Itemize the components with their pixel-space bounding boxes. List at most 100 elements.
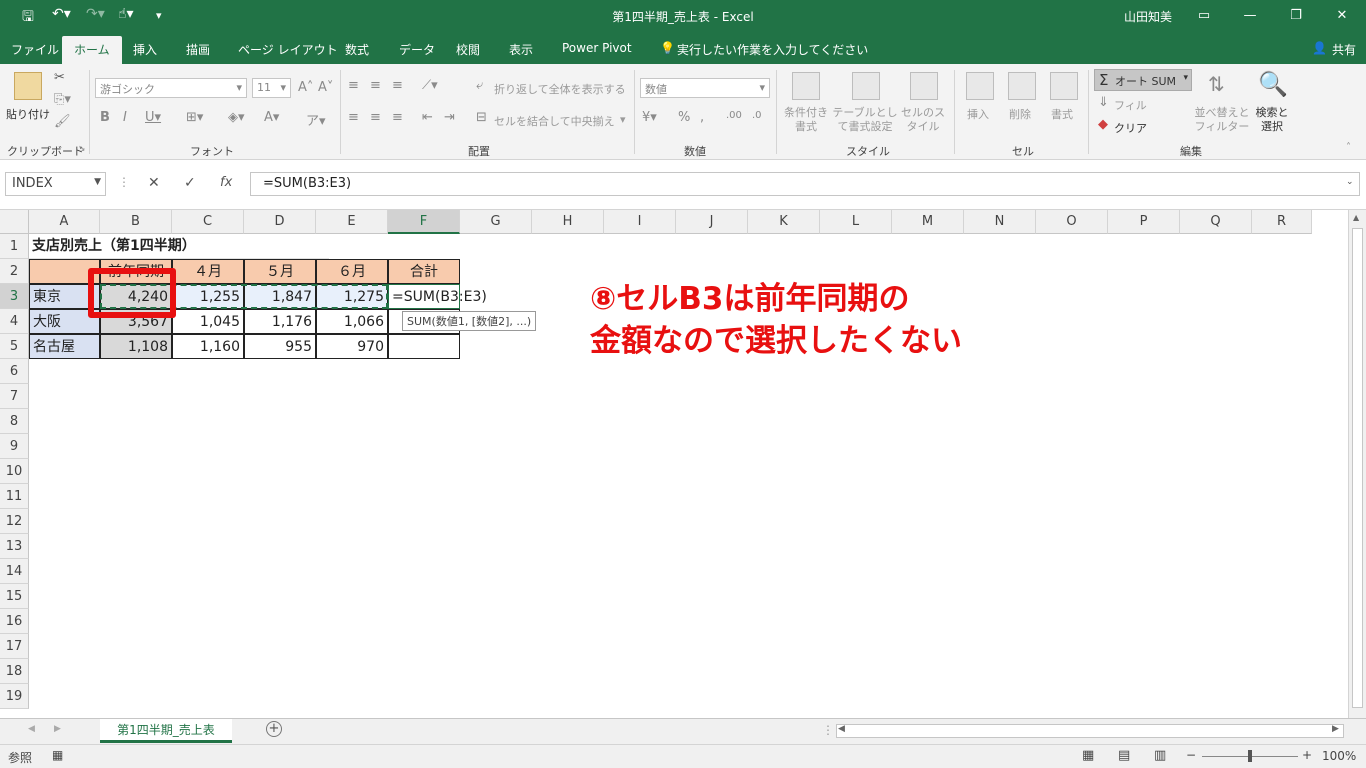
align-left-icon[interactable]: ≡ (348, 110, 359, 125)
sheet-tab[interactable]: 第1四半期_売上表 (100, 719, 232, 743)
total-cell-f3[interactable]: =SUM(B3:E3) (388, 284, 487, 309)
zoom-out-icon[interactable]: − (1186, 748, 1196, 762)
zoom-slider-thumb[interactable] (1248, 750, 1252, 762)
value-cell-d3[interactable]: 1,847 (244, 284, 316, 309)
column-header-k[interactable]: K (748, 210, 820, 234)
sheet-title-cell[interactable]: 支店別売上（第1四半期） (29, 234, 329, 259)
row-header-19[interactable]: 19 (0, 684, 29, 709)
row-header-6[interactable]: 6 (0, 359, 29, 384)
column-header-j[interactable]: J (676, 210, 748, 234)
align-right-icon[interactable]: ≡ (392, 110, 403, 125)
value-cell-b4[interactable]: 3,567 (100, 309, 172, 334)
tab-insert[interactable]: 挿入 (133, 41, 157, 58)
row-header-17[interactable]: 17 (0, 634, 29, 659)
percent-icon[interactable]: % (678, 110, 690, 125)
column-header-n[interactable]: N (964, 210, 1036, 234)
branch-cell[interactable]: 東京 (29, 284, 100, 309)
formula-input[interactable]: =SUM(B3:E3) (250, 172, 1360, 196)
zoom-in-icon[interactable]: + (1302, 748, 1312, 762)
row-header-4[interactable]: 4 (0, 309, 29, 334)
scroll-thumb[interactable] (1352, 228, 1363, 708)
tab-view[interactable]: 表示 (509, 41, 533, 58)
column-header-i[interactable]: I (604, 210, 676, 234)
row-header-7[interactable]: 7 (0, 384, 29, 409)
row-header-14[interactable]: 14 (0, 559, 29, 584)
copy-icon[interactable]: ⎘▾ (54, 92, 71, 107)
conditional-format-button[interactable]: 条件付き書式 (782, 106, 830, 134)
vertical-scrollbar[interactable]: ▲ (1348, 210, 1366, 718)
orientation-icon[interactable]: ⟋▾ (422, 78, 438, 93)
tab-review[interactable]: 校閲 (456, 41, 480, 58)
comma-icon[interactable]: , (700, 110, 704, 125)
header-cell-e[interactable]: ６月 (316, 259, 388, 284)
italic-icon[interactable]: I (123, 110, 127, 125)
column-header-a[interactable]: A (29, 210, 100, 234)
borders-icon[interactable]: ⊞▾ (186, 110, 203, 125)
delete-cells-icon[interactable] (1008, 72, 1036, 100)
collapse-ribbon-icon[interactable]: ˄ (1346, 142, 1351, 153)
tab-split-icon[interactable]: ⋮ (822, 723, 834, 737)
fill-button[interactable]: フィル (1114, 97, 1147, 113)
tell-me-input[interactable]: 実行したい作業を入力してください (677, 41, 868, 58)
insert-cells-button[interactable]: 挿入 (967, 106, 989, 122)
column-header-c[interactable]: C (172, 210, 244, 234)
format-cells-icon[interactable] (1050, 72, 1078, 100)
align-bottom-icon[interactable]: ≡ (392, 78, 403, 93)
page-break-view-icon[interactable]: ▥ (1154, 748, 1166, 763)
launcher-icon[interactable]: ↘ (78, 144, 86, 154)
prev-sheet-icon[interactable]: ◀ (28, 724, 35, 734)
column-header-g[interactable]: G (460, 210, 532, 234)
user-name[interactable]: 山田知美 (1124, 8, 1172, 25)
horizontal-scrollbar[interactable] (836, 724, 1344, 738)
bold-icon[interactable]: B (100, 110, 110, 125)
row-header-12[interactable]: 12 (0, 509, 29, 534)
share-button[interactable]: 共有 (1332, 41, 1356, 58)
insert-cells-icon[interactable] (966, 72, 994, 100)
ribbon-display-icon[interactable]: ▭ (1184, 4, 1224, 28)
clear-button[interactable]: クリア (1114, 120, 1147, 136)
value-cell-e4[interactable]: 1,066 (316, 309, 388, 334)
value-cell-d4[interactable]: 1,176 (244, 309, 316, 334)
cut-icon[interactable]: ✂ (54, 70, 65, 85)
page-layout-view-icon[interactable]: ▤ (1118, 748, 1130, 763)
paste-icon[interactable] (14, 72, 42, 100)
normal-view-icon[interactable]: ▦ (1082, 748, 1094, 763)
format-painter-icon[interactable]: 🖌 (54, 114, 71, 129)
font-name-select[interactable]: 游ゴシック ▾ (95, 78, 247, 98)
cancel-icon[interactable]: ✕ (148, 175, 160, 191)
enter-icon[interactable]: ✓ (184, 175, 196, 191)
scroll-up-icon[interactable]: ▲ (1353, 213, 1359, 222)
column-header-b[interactable]: B (100, 210, 172, 234)
column-header-d[interactable]: D (244, 210, 316, 234)
find-select-icon[interactable]: 🔍 (1258, 70, 1288, 98)
align-top-icon[interactable]: ≡ (348, 78, 359, 93)
tab-data[interactable]: データ (399, 41, 435, 58)
row-header-13[interactable]: 13 (0, 534, 29, 559)
value-cell-e3[interactable]: 1,275 (316, 284, 388, 309)
format-as-table-button[interactable]: テーブルとして書式設定 (832, 106, 898, 134)
align-middle-icon[interactable]: ≡ (370, 78, 381, 93)
column-header-e[interactable]: E (316, 210, 388, 234)
delete-cells-button[interactable]: 削除 (1009, 106, 1031, 122)
decrease-decimal-icon[interactable]: .0 (752, 110, 762, 121)
header-cell-f[interactable]: 合計 (388, 259, 460, 284)
align-center-icon[interactable]: ≡ (370, 110, 381, 125)
fill-icon[interactable]: ⇓ (1098, 95, 1109, 110)
branch-cell[interactable]: 大阪 (29, 309, 100, 334)
tab-home[interactable]: ホーム (62, 36, 122, 64)
font-size-select[interactable]: 11 ▾ (252, 78, 291, 98)
branch-cell[interactable]: 名古屋 (29, 334, 100, 359)
insert-function-icon[interactable]: fx (220, 175, 232, 190)
scroll-left-icon[interactable]: ◀ (838, 724, 845, 734)
merge-dropdown-icon[interactable]: ▾ (620, 113, 626, 126)
value-cell-c4[interactable]: 1,045 (172, 309, 244, 334)
font-color-icon[interactable]: A▾ (264, 110, 279, 125)
eraser-icon[interactable]: ◆ (1098, 117, 1108, 132)
cell-styles-button[interactable]: セルのスタイル (900, 106, 946, 134)
increase-indent-icon[interactable]: ⇥ (444, 110, 455, 125)
close-icon[interactable]: ✕ (1322, 4, 1362, 28)
paste-button[interactable]: 貼り付け (6, 106, 50, 122)
header-cell-d[interactable]: ５月 (244, 259, 316, 284)
row-header-11[interactable]: 11 (0, 484, 29, 509)
row-header-18[interactable]: 18 (0, 659, 29, 684)
